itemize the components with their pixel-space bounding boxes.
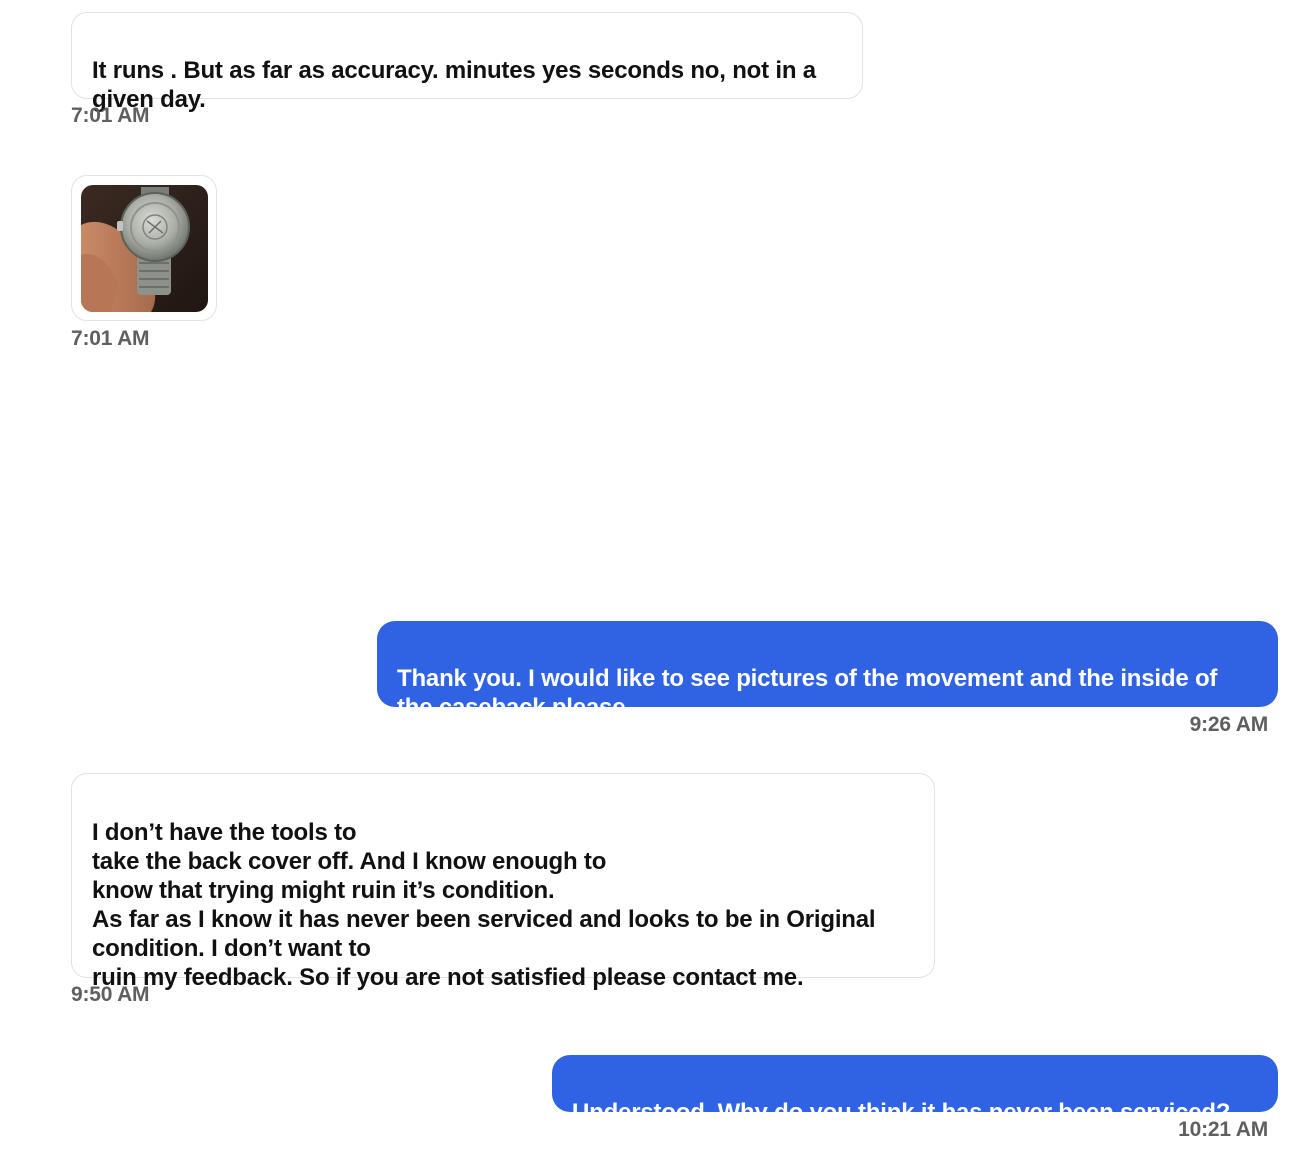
message-timestamp: 9:50 AM: [71, 983, 150, 1006]
message-text: Understood. Why do you think it has neve…: [572, 1099, 1231, 1126]
message-timestamp: 7:01 AM: [71, 104, 150, 127]
watch-caseback-photo[interactable]: [81, 185, 208, 312]
message-bubble-incoming[interactable]: I don’t have the tools to take the back …: [71, 773, 935, 991]
message-text: It runs . But as far as accuracy. minute…: [92, 57, 816, 113]
photo-attachment-bubble[interactable]: [71, 175, 217, 321]
message-bubble-outgoing[interactable]: Understood. Why do you think it has neve…: [552, 1055, 1278, 1126]
watch-photo-image: [81, 185, 208, 312]
message-bubble-incoming[interactable]: It runs . But as far as accuracy. minute…: [71, 12, 863, 113]
message-timestamp: 9:26 AM: [1189, 713, 1269, 736]
message-timestamp: 7:01 AM: [71, 327, 150, 350]
message-text: I don’t have the tools to take the back …: [92, 819, 876, 991]
message-timestamp: 10:21 AM: [1178, 1118, 1268, 1141]
message-bubble-outgoing[interactable]: Thank you. I would like to see pictures …: [377, 621, 1278, 721]
message-text: Thank you. I would like to see pictures …: [397, 665, 1218, 721]
